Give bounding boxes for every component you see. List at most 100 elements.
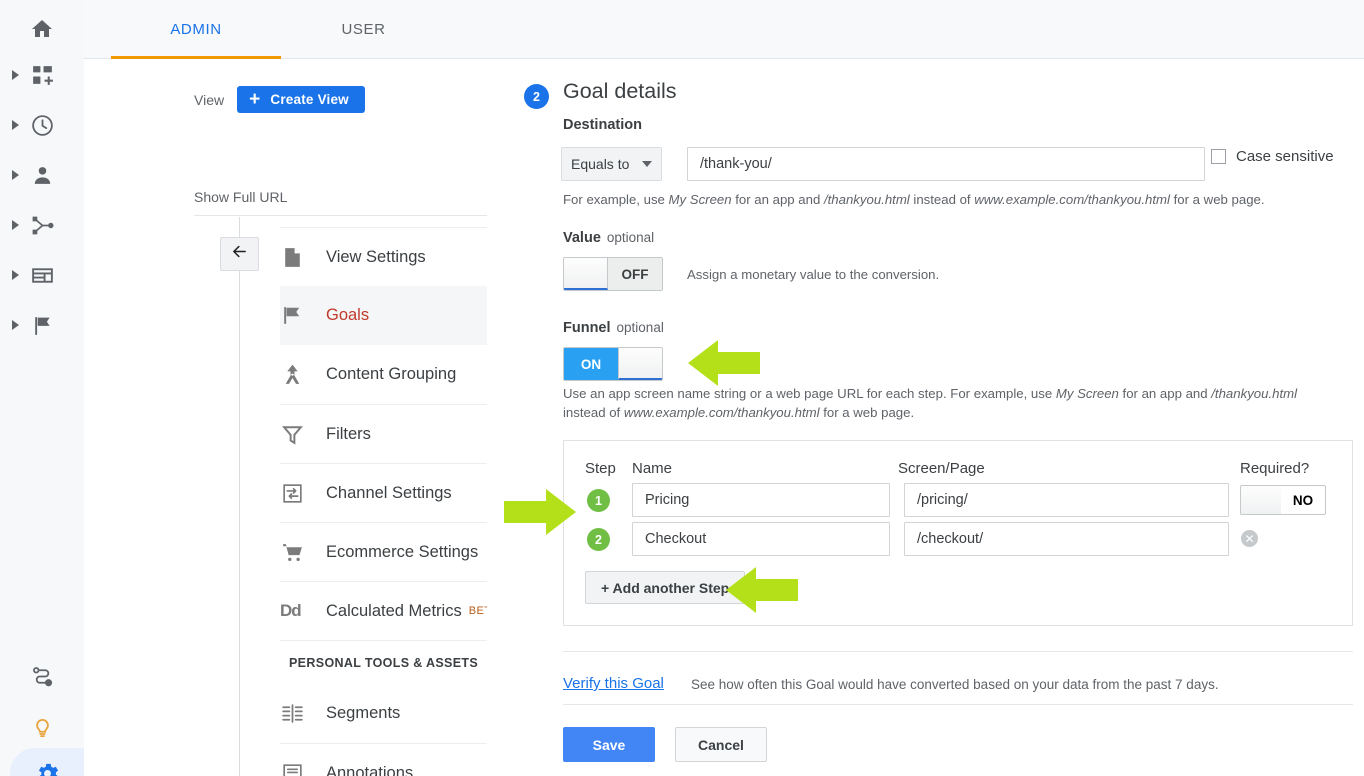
nav-item-label: Ecommerce Settings (326, 542, 479, 561)
lightbulb-icon (30, 714, 55, 739)
rail-item-attribution[interactable] (0, 651, 84, 701)
step-badge-2: 2 (587, 528, 610, 551)
chevron-right-icon (12, 170, 19, 180)
rail-item-acquisition[interactable] (0, 200, 84, 250)
helper-italic: My Screen (1055, 386, 1119, 401)
helper-part: Use an app screen name string or a web p… (563, 386, 1056, 401)
case-sensitive-checkbox[interactable] (1211, 149, 1226, 164)
funnel-toggle[interactable]: ON (563, 347, 663, 381)
step-1-screen-input[interactable] (904, 483, 1229, 517)
rail-item-admin[interactable] (10, 748, 84, 776)
toggle-knob (1241, 486, 1281, 514)
page-title: Goal details (563, 79, 677, 103)
helper-italic: www.example.com/thankyou.html (974, 192, 1170, 207)
case-sensitive-checkbox-row[interactable]: Case sensitive (1211, 148, 1334, 165)
view-header-row: View + Create View (194, 86, 365, 113)
case-sensitive-label: Case sensitive (1236, 148, 1334, 165)
arrow-pointing-add-step (726, 567, 798, 613)
document-icon (280, 245, 326, 270)
col-header-step: Step (585, 460, 616, 477)
helper-part: for a web page. (819, 405, 915, 421)
shopping-cart-icon (280, 540, 326, 565)
value-label: Value (563, 230, 601, 246)
match-type-value: Equals to (571, 156, 630, 172)
nav-item-label: Calculated Metrics (326, 601, 462, 620)
helper-part: For example, use (563, 192, 669, 207)
helper-italic: /thankyou.html (1211, 386, 1298, 401)
step-1-name-input[interactable] (632, 483, 890, 517)
goal-details-form: 2 Goal details Destination Equals to Cas… (487, 59, 1364, 776)
chevron-right-icon (12, 70, 19, 80)
rail-item-audience[interactable] (0, 150, 84, 200)
step-badge-1: 1 (587, 489, 610, 512)
chevron-right-icon (12, 270, 19, 280)
path-route-icon (30, 664, 55, 689)
funnel-filter-icon (280, 422, 326, 447)
step-2-delete-icon[interactable]: ✕ (1241, 530, 1258, 547)
collapse-back-button[interactable] (220, 237, 259, 271)
funnel-label: Funnel (563, 320, 611, 336)
tab-admin[interactable]: ADMIN (111, 0, 281, 59)
add-another-step-label: + Add another Step (601, 579, 730, 596)
step-1-required-toggle[interactable]: NO (1240, 485, 1326, 515)
step-1-required-state: NO (1292, 492, 1314, 508)
rail-item-behavior[interactable] (0, 250, 84, 300)
helper-italic: My Screen (668, 192, 732, 207)
value-optional-note: optional (606, 230, 655, 245)
plus-icon: + (249, 88, 261, 110)
rail-item-customization[interactable] (0, 50, 84, 100)
cancel-button[interactable]: Cancel (675, 727, 767, 762)
value-note: Assign a monetary value to the conversio… (687, 267, 940, 282)
helper-part: instead of (563, 405, 624, 421)
verify-goal-note: See how often this Goal would have conve… (691, 677, 1219, 692)
dd-text-icon: Dd (280, 601, 302, 620)
nav-item-label: Filters (326, 424, 371, 443)
col-header-name: Name (632, 460, 673, 477)
nav-item-label: View Settings (326, 247, 426, 266)
funnel-toggle-state: ON (564, 348, 618, 380)
save-button[interactable]: Save (563, 727, 655, 762)
view-settings-nav-panel: View + Create View Show Full URL View Se… (84, 59, 570, 776)
rail-item-conversions[interactable] (0, 300, 84, 350)
tab-user-label: USER (341, 21, 386, 38)
value-toggle[interactable]: OFF (563, 257, 663, 291)
content-grouping-icon (280, 362, 326, 387)
nav-item-label: Goals (326, 306, 370, 324)
funnel-helper-text: Use an app screen name string or a web p… (563, 384, 1353, 422)
arrow-pointing-funnel-toggle (688, 340, 760, 386)
match-type-dropdown[interactable]: Equals to (561, 147, 662, 181)
create-view-button[interactable]: + Create View (237, 86, 365, 113)
view-label: View (194, 91, 225, 108)
share-network-icon (30, 213, 55, 238)
create-view-label: Create View (270, 92, 349, 107)
rail-item-realtime[interactable] (0, 100, 84, 150)
divider-above-verify (563, 651, 1353, 652)
funnel-steps-card: Step Name Screen/Page Required? 1 NO 2 ✕ (563, 440, 1353, 626)
add-another-step-button[interactable]: + Add another Step (585, 571, 746, 604)
value-toggle-state: OFF (608, 258, 662, 290)
destination-label: Destination (563, 117, 642, 133)
rail-item-discover[interactable] (0, 701, 84, 751)
toggle-knob (618, 348, 662, 380)
rail-item-home[interactable] (0, 4, 84, 54)
tab-user[interactable]: USER (281, 0, 446, 59)
step-2-name-input[interactable] (632, 522, 890, 556)
flag-icon (280, 303, 326, 328)
step-2-screen-input[interactable] (904, 522, 1229, 556)
annotations-icon (280, 761, 326, 776)
verify-goal-link[interactable]: Verify this Goal (563, 675, 664, 692)
step-badge-label: 1 (595, 493, 602, 508)
value-section-label: Value optional (563, 230, 654, 246)
divider-below-verify (563, 704, 1353, 705)
show-full-url-label: Show Full URL (194, 189, 288, 205)
helper-part: instead of (909, 192, 975, 207)
chevron-right-icon (12, 320, 19, 330)
tab-admin-label: ADMIN (170, 21, 222, 38)
destination-url-input[interactable] (687, 147, 1205, 181)
person-icon (30, 163, 55, 188)
helper-italic: www.example.com/thankyou.html (623, 405, 820, 421)
col-header-screen-page: Screen/Page (898, 460, 985, 477)
dashboard-add-icon (30, 63, 55, 88)
nav-item-label: Channel Settings (326, 483, 452, 502)
home-icon (30, 17, 54, 41)
